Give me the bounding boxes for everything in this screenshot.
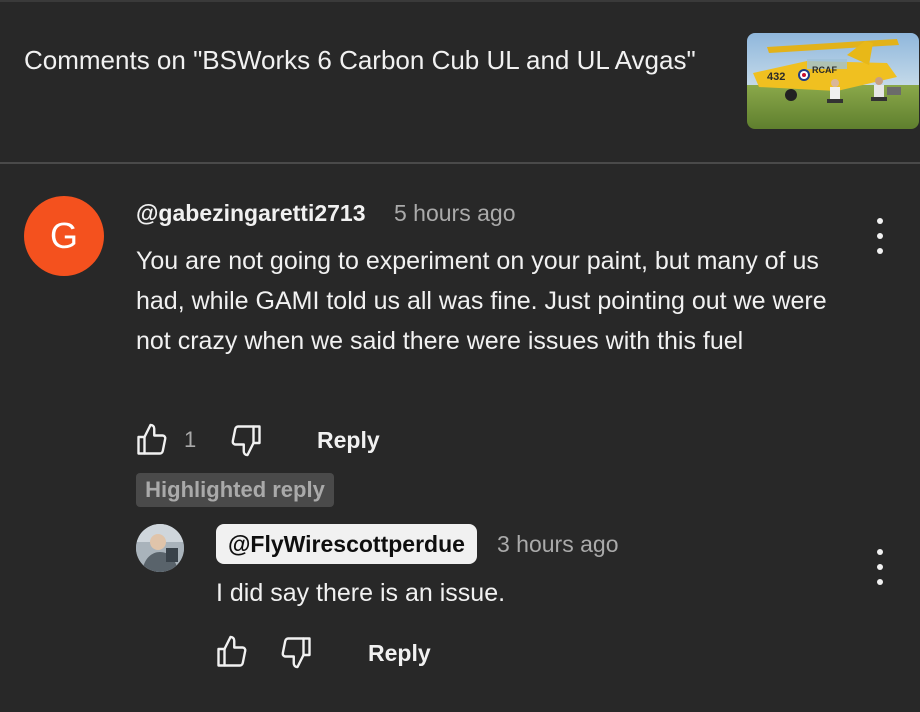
svg-text:RCAF: RCAF [812,65,837,75]
comments-panel: Comments on "BSWorks 6 Carbon Cub UL and… [0,0,920,712]
comment-text: You are not going to experiment on your … [136,247,827,355]
avatar[interactable] [136,524,184,572]
like-count: 1 [184,427,197,452]
comments-title: Comments on "BSWorks 6 Carbon Cub UL and… [24,45,696,75]
reply-time[interactable]: 3 hours ago [497,528,618,560]
reply-button[interactable]: Reply [368,637,431,669]
reply-button[interactable]: Reply [317,424,380,456]
svg-text:432: 432 [767,71,785,83]
reply-text: I did say there is an issue. [216,579,506,607]
thumbs-down-icon[interactable] [278,634,314,675]
header-divider [0,162,920,164]
thumbs-up-icon[interactable] [134,422,170,463]
video-thumbnail[interactable]: 432 RCAF [747,33,919,129]
comment-author[interactable]: @gabezingaretti2713 [136,197,366,229]
thumbs-down-icon[interactable] [228,422,264,463]
thumbs-up-icon[interactable] [214,634,250,675]
airplane-thumbnail-image: 432 RCAF [747,33,919,129]
highlighted-reply-badge: Highlighted reply [136,473,334,507]
comment-time[interactable]: 5 hours ago [394,197,515,229]
avatar[interactable]: G [24,196,104,276]
more-vert-icon[interactable] [870,218,890,254]
more-vert-icon[interactable] [870,549,890,585]
reply-author[interactable]: @FlyWirescottperdue [216,524,477,564]
